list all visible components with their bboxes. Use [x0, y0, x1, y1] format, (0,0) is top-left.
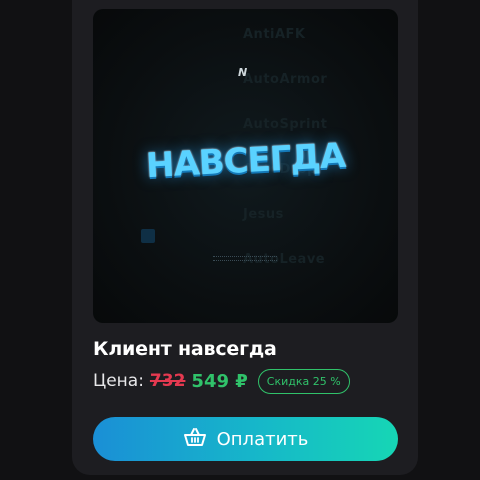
- logo: N: [238, 66, 248, 79]
- checkbox-icon: [141, 229, 155, 243]
- fine-print: [213, 256, 277, 261]
- discount-badge: Скидка 25 %: [257, 368, 350, 394]
- price-label: Цена:: [93, 371, 144, 391]
- pay-button-label: Оплатить: [216, 428, 309, 450]
- background-menu-item: AutoArmor: [243, 72, 328, 87]
- product-image: AntiAFK AutoArmor AutoSprint AutoDrop Je…: [93, 9, 398, 323]
- background-menu-item: Jesus: [243, 207, 284, 222]
- product-title: Клиент навсегда: [93, 338, 277, 360]
- price-row: Цена: 732 549 ₽ Скидка 25 %: [93, 368, 350, 394]
- pay-button[interactable]: Оплатить: [93, 417, 398, 461]
- old-price: 732: [149, 371, 186, 391]
- new-price: 549 ₽: [191, 370, 248, 392]
- basket-icon: [183, 427, 207, 451]
- background-menu-item: AntiAFK: [243, 27, 306, 42]
- background-menu-item: AutoSprint: [243, 117, 328, 132]
